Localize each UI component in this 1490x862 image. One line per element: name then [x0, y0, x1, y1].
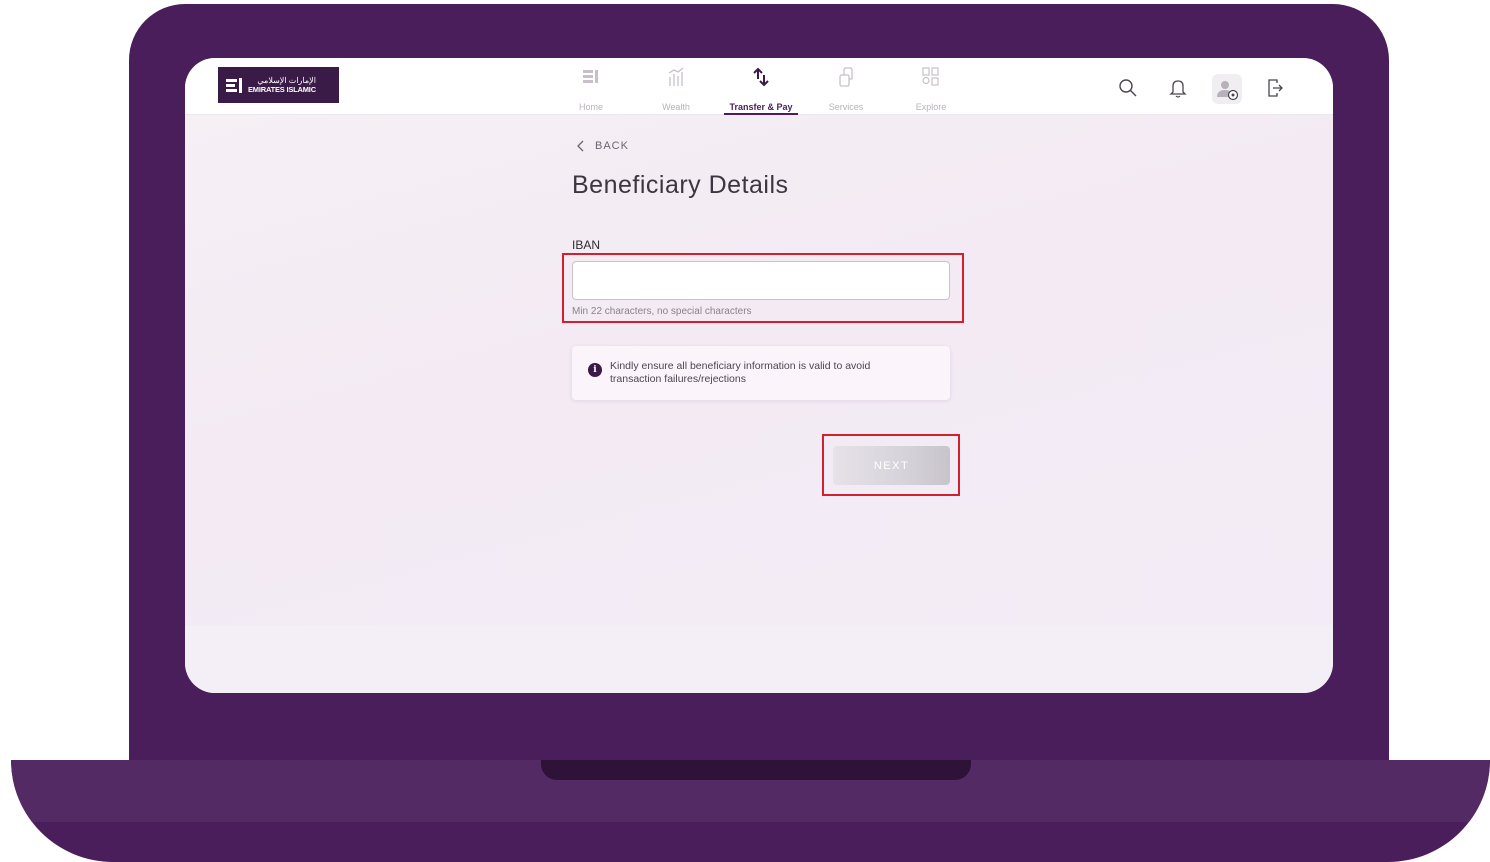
- back-label: BACK: [595, 140, 629, 152]
- laptop-hinge-notch: [541, 760, 971, 780]
- nav-tab-transfer-pay-label: Transfer & Pay: [729, 102, 793, 112]
- iban-label: IBAN: [572, 238, 601, 252]
- logout-icon: [1268, 79, 1283, 97]
- nav-tab-explore[interactable]: Explore: [889, 66, 973, 114]
- page-title: Beneficiary Details: [572, 171, 789, 199]
- nav-tab-wealth-label: Wealth: [662, 102, 690, 112]
- nav-tab-services[interactable]: Services: [804, 66, 888, 114]
- logo-arabic-text: الإمارات الإسلامي: [257, 75, 316, 85]
- back-link[interactable]: BACK: [577, 140, 629, 152]
- explore-grid-icon: [922, 67, 939, 86]
- home-icon: [583, 70, 598, 83]
- transfer-arrows-icon: [753, 67, 769, 87]
- nav-tab-services-label: Services: [828, 102, 864, 112]
- notice-text: Kindly ensure all beneficiary informatio…: [610, 360, 871, 385]
- notifications-button[interactable]: [1164, 74, 1192, 102]
- next-highlight-box: [822, 434, 960, 496]
- services-icon: [839, 67, 853, 87]
- wealth-chart-icon: [668, 67, 684, 86]
- logo-english-text: EMIRATES ISLAMIC: [248, 84, 316, 94]
- profile-button[interactable]: [1212, 74, 1242, 104]
- logo-mark-icon: [226, 77, 242, 93]
- search-icon: [1119, 79, 1137, 97]
- chevron-left-icon: [577, 140, 584, 152]
- nav-tab-home-label: Home: [578, 102, 603, 112]
- nav-tab-home[interactable]: Home: [549, 66, 633, 114]
- nav-tab-explore-label: Explore: [915, 102, 947, 112]
- nav-tab-transfer-pay[interactable]: Transfer & Pay: [719, 66, 803, 115]
- info-icon: i: [588, 363, 602, 377]
- screen-footer: [185, 626, 1333, 693]
- profile-settings-icon: [1217, 81, 1239, 101]
- nav-tab-wealth[interactable]: Wealth: [634, 66, 718, 114]
- top-navigation-bar: الإمارات الإسلامي EMIRATES ISLAMIC Home: [185, 58, 1333, 115]
- iban-highlight-box: [562, 253, 964, 323]
- logout-button[interactable]: [1261, 74, 1289, 102]
- app-screen: الإمارات الإسلامي EMIRATES ISLAMIC Home: [185, 58, 1333, 693]
- search-button[interactable]: [1114, 74, 1142, 102]
- beneficiary-notice-card: i Kindly ensure all beneficiary informat…: [572, 346, 950, 400]
- emirates-islamic-logo[interactable]: الإمارات الإسلامي EMIRATES ISLAMIC: [218, 67, 339, 103]
- bell-icon: [1169, 80, 1187, 98]
